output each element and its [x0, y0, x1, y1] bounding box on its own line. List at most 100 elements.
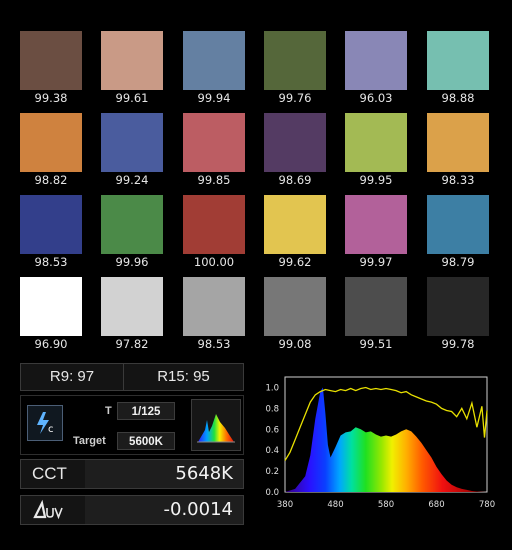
swatch-cell: 99.61: [101, 31, 163, 111]
color-swatch: [20, 31, 82, 90]
fidelity-value: 99.08: [278, 337, 312, 351]
lightning-c-icon: c: [37, 412, 54, 435]
swatch-cell: 99.08: [264, 277, 326, 357]
fidelity-value: 99.97: [359, 255, 393, 269]
fidelity-value: 98.53: [34, 255, 68, 269]
fidelity-value: 96.90: [34, 337, 68, 351]
shutter-value[interactable]: 1/125: [117, 402, 175, 420]
color-swatch: [264, 31, 326, 90]
shutter-label: T: [105, 405, 112, 417]
swatch-cell: 98.53: [183, 277, 245, 357]
cct-row: CCT 5648K: [20, 459, 244, 489]
y-tick-label: 1.0: [265, 383, 279, 393]
swatch-cell: 98.82: [20, 113, 82, 193]
color-swatch: [20, 277, 82, 336]
swatch-cell: 99.95: [345, 113, 407, 193]
color-swatch: [264, 113, 326, 172]
color-swatch: [101, 195, 163, 254]
y-tick-label: 0.8: [265, 404, 279, 414]
mode-button[interactable]: c: [27, 405, 63, 441]
swatch-cell: 98.69: [264, 113, 326, 193]
fidelity-value: 99.38: [34, 91, 68, 105]
fidelity-value: 98.33: [441, 173, 475, 187]
y-tick-label: 0.6: [265, 425, 279, 435]
color-swatch: [183, 277, 245, 336]
cct-value: 5648K: [85, 460, 243, 488]
fidelity-value: 99.24: [115, 173, 149, 187]
color-swatch: [20, 195, 82, 254]
y-tick-label: 0.0: [265, 488, 279, 498]
fidelity-value: 99.76: [278, 91, 312, 105]
x-tick-label: 480: [327, 500, 343, 510]
fidelity-value: 99.62: [278, 255, 312, 269]
swatch-cell: 98.79: [427, 195, 489, 275]
color-swatch: [101, 113, 163, 172]
swatch-cell: 99.85: [183, 113, 245, 193]
y-tick-label: 0.2: [265, 467, 279, 477]
swatch-cell: 99.24: [101, 113, 163, 193]
x-tick-label: 380: [277, 500, 293, 510]
r9-readout: R9: 97: [21, 364, 124, 390]
color-swatch: [345, 113, 407, 172]
color-swatch: [264, 195, 326, 254]
fidelity-value: 99.85: [197, 173, 231, 187]
swatch-cell: 99.38: [20, 31, 82, 111]
duv-label: [21, 496, 83, 524]
x-tick-label: 780: [479, 500, 495, 510]
color-swatch: [427, 195, 489, 254]
color-swatch: [101, 31, 163, 90]
duv-row: -0.0014: [20, 495, 244, 525]
fidelity-value: 98.53: [197, 337, 231, 351]
ratings-row: R9: 97 R15: 95: [20, 363, 244, 391]
fidelity-value: 99.94: [197, 91, 231, 105]
swatch-cell: 99.76: [264, 31, 326, 111]
color-swatch: [20, 113, 82, 172]
measurement-settings-row: c T 1/125 Target 5600K: [20, 395, 244, 455]
color-swatch: [427, 31, 489, 90]
fidelity-value: 98.82: [34, 173, 68, 187]
fidelity-value: 100.00: [193, 255, 235, 269]
fidelity-value: 99.78: [441, 337, 475, 351]
fidelity-value: 99.61: [115, 91, 149, 105]
swatch-cell: 99.97: [345, 195, 407, 275]
swatch-cell: 97.82: [101, 277, 163, 357]
duv-value: -0.0014: [85, 496, 243, 524]
swatch-cell: 96.03: [345, 31, 407, 111]
y-tick-label: 0.4: [265, 446, 279, 456]
spectrum-chart: 380 480 580 680 780 0.0 0.2 0.4 0.6 0.8 1.0: [265, 376, 495, 510]
r15-readout: R15: 95: [157, 368, 210, 385]
fidelity-value: 97.82: [115, 337, 149, 351]
swatch-cell: 100.00: [183, 195, 245, 275]
color-checker-grid: 99.38 99.61 99.94 99.76 96.03 98.88 98.82 99.24…: [0, 0, 512, 360]
swatch-cell: 96.90: [20, 277, 82, 357]
swatch-cell: 99.94: [183, 31, 245, 111]
fidelity-value: 98.88: [441, 91, 475, 105]
swatch-cell: 98.33: [427, 113, 489, 193]
fidelity-value: 98.69: [278, 173, 312, 187]
color-swatch: [183, 113, 245, 172]
color-swatch: [183, 31, 245, 90]
spectrum-thumbnail-button[interactable]: [191, 399, 241, 451]
swatch-cell: 99.96: [101, 195, 163, 275]
fidelity-value: 99.96: [115, 255, 149, 269]
delta-uv-symbol-icon: [33, 499, 63, 520]
fidelity-value: 99.51: [359, 337, 393, 351]
target-value[interactable]: 5600K: [117, 432, 175, 450]
svg-text:c: c: [48, 424, 54, 435]
color-swatch: [345, 195, 407, 254]
fidelity-value: 96.03: [359, 91, 393, 105]
color-swatch: [264, 277, 326, 336]
color-swatch: [183, 195, 245, 254]
swatch-cell: 98.88: [427, 31, 489, 111]
fidelity-value: 98.79: [441, 255, 475, 269]
color-swatch: [101, 277, 163, 336]
color-swatch: [345, 277, 407, 336]
color-swatch: [427, 277, 489, 336]
cct-label: CCT: [32, 464, 67, 483]
fidelity-value: 99.95: [359, 173, 393, 187]
x-tick-label: 680: [428, 500, 444, 510]
swatch-cell: 98.53: [20, 195, 82, 275]
swatch-cell: 99.51: [345, 277, 407, 357]
swatch-cell: 99.78: [427, 277, 489, 357]
swatch-cell: 99.62: [264, 195, 326, 275]
